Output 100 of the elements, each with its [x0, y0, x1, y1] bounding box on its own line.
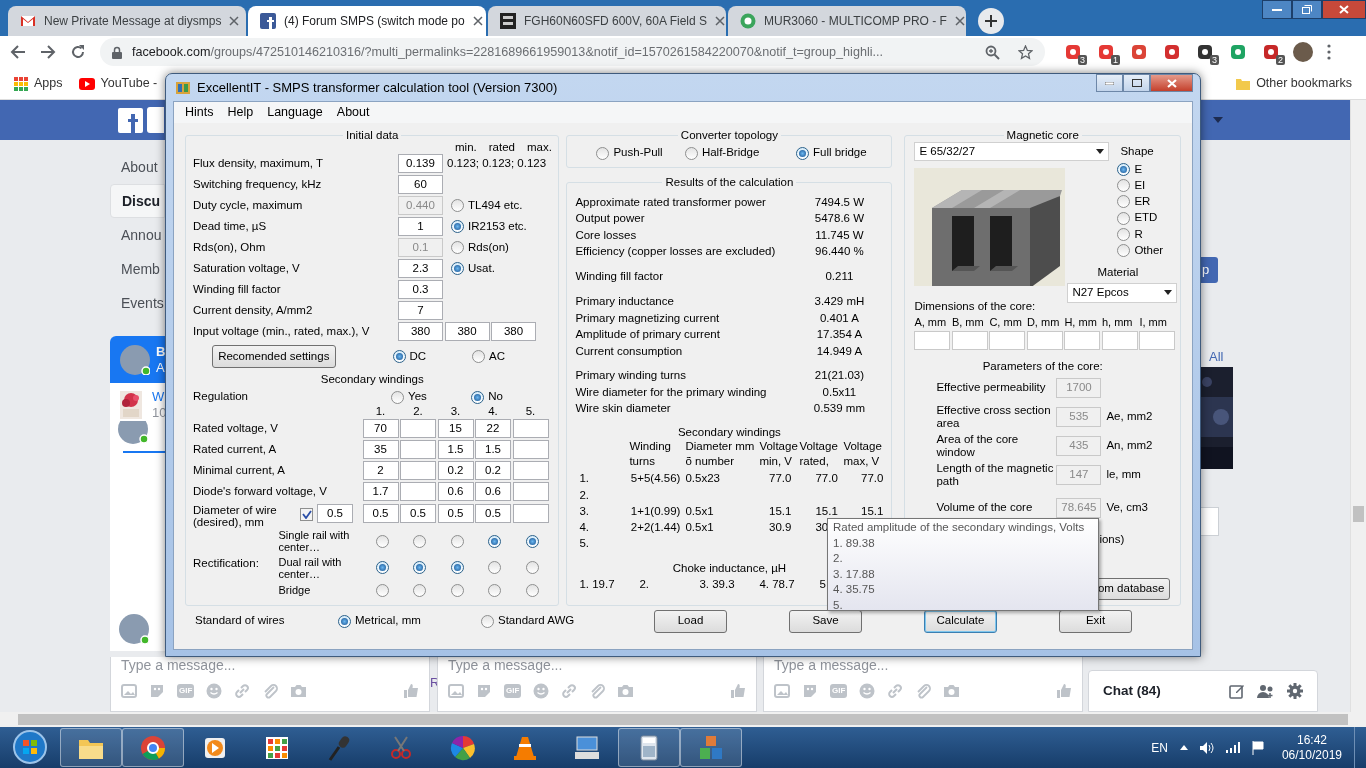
input-field[interactable]: 380 — [491, 322, 536, 341]
window-title: ExcellentIT - SMPS transformer calculation tool (Version 7300) — [197, 78, 558, 97]
option-label: Bridge — [278, 584, 312, 596]
result-label: Primary inductance — [575, 294, 675, 310]
badge: 3 — [1078, 55, 1087, 65]
table-cell-text: 1. — [579, 471, 590, 487]
input-field[interactable]: 0.3 — [398, 280, 443, 299]
input-field[interactable]: 22 — [475, 419, 511, 438]
column-header: min. — [455, 139, 477, 155]
column-header: D, mm — [1026, 315, 1061, 329]
input-field[interactable]: 0.5 — [400, 504, 436, 523]
chat-bar[interactable]: Chat (84) — [1088, 670, 1318, 712]
browser-tab[interactable]: FGH60N60SFD 600V, 60A Field S — [488, 6, 726, 36]
result-value: 0.211 — [824, 268, 855, 284]
menu-item[interactable]: Hints — [178, 103, 221, 122]
bookmark[interactable]: YouTube - — [78, 74, 158, 93]
radio-label[interactable]: Usat. — [468, 259, 495, 278]
unit-label: Ae, mm2 — [1106, 408, 1153, 424]
result-label: Approximate rated transformer power — [575, 194, 767, 210]
field-label: Material — [1097, 264, 1140, 280]
radio-label[interactable]: Full bridge — [812, 144, 867, 162]
section-title: Initial data — [345, 129, 400, 142]
input-field[interactable]: 2.3 — [398, 259, 443, 278]
input-field[interactable]: 0.5 — [475, 504, 511, 523]
radio-label[interactable]: R — [1134, 225, 1143, 243]
radio-label[interactable]: Yes — [408, 388, 427, 406]
browser-tab[interactable]: (4) Forum SMPS (switch mode po — [248, 6, 486, 36]
nav-item[interactable]: Memb — [110, 252, 165, 286]
radio-label[interactable]: Standard AWG — [498, 612, 575, 630]
column-header: 2. — [412, 405, 424, 418]
section-title: Secondary windings — [676, 425, 782, 439]
table-cell-text: 15.1 — [814, 503, 839, 519]
input-field[interactable]: 0.6 — [437, 482, 474, 501]
radio-label[interactable]: Other — [1134, 242, 1164, 260]
item-meta: 10 — [152, 405, 165, 421]
button[interactable]: Calculate — [924, 609, 997, 633]
input-field[interactable]: 35 — [362, 440, 399, 459]
column-header: C, mm — [989, 315, 1023, 329]
button[interactable]: Exit — [1059, 609, 1132, 633]
input-field[interactable]: 380 — [444, 322, 490, 341]
dropdown[interactable]: N27 Epcos — [1067, 282, 1178, 303]
column-header: Voltage rated, — [799, 439, 839, 469]
input-field[interactable]: 0.5 — [437, 504, 474, 523]
link[interactable]: All — [1209, 347, 1224, 367]
section-title: Parameters of the core: — [981, 359, 1104, 373]
radio-label[interactable]: DC — [409, 347, 427, 366]
input-field[interactable]: 380 — [398, 322, 443, 341]
address-bar[interactable]: facebook.com/groups/472510146210316/?multi_permalinks=2281689661959013&notif_id=1570261584220070&notif_t=group_highli... — [100, 38, 1045, 66]
radio-label[interactable]: ER — [1134, 193, 1151, 211]
dropdown[interactable]: E 65/32/27 — [914, 142, 1110, 161]
nav-item[interactable]: Annou — [110, 218, 165, 252]
input-field[interactable]: 2 — [362, 461, 399, 480]
button[interactable]: p — [1201, 257, 1218, 283]
nav-item[interactable]: Discu — [110, 184, 165, 218]
input-field[interactable]: 7 — [398, 301, 443, 320]
input-field[interactable]: 0.2 — [437, 461, 474, 480]
input-field[interactable]: 15 — [437, 419, 474, 438]
clock[interactable]: 16:42 06/10/2019 — [1281, 732, 1342, 763]
result-label: Current consumption — [575, 343, 684, 359]
button[interactable]: Load — [654, 609, 727, 633]
radio-label[interactable]: Push-Pull — [613, 144, 663, 162]
browser-tab[interactable]: MUR3060 - MULTICOMP PRO - F — [728, 6, 966, 36]
input-field[interactable]: 1.7 — [362, 482, 399, 501]
input-field[interactable]: 0.6 — [475, 482, 511, 501]
input-field[interactable]: 1 — [398, 217, 443, 236]
input-field[interactable]: 60 — [398, 175, 443, 194]
radio-label[interactable]: ETD — [1134, 209, 1158, 227]
radio-label[interactable]: Metrical, mm — [355, 612, 421, 630]
radio-label[interactable]: IR2153 etc. — [468, 217, 527, 236]
button[interactable]: Save — [789, 609, 862, 633]
button[interactable]: Recomended settings — [212, 345, 336, 368]
unit-label: An, mm2 — [1106, 437, 1153, 453]
column-header: max. — [526, 139, 552, 155]
menu-item[interactable]: Help — [220, 103, 261, 122]
menu-item[interactable]: About — [329, 103, 377, 122]
input-field[interactable]: 70 — [362, 419, 399, 438]
nav-item[interactable]: About — [110, 150, 165, 184]
menu-item[interactable]: Language — [260, 103, 330, 122]
button[interactable]: om database — [1096, 578, 1171, 600]
nav-item[interactable]: Events — [110, 286, 165, 320]
option-label: Single rail with center… — [278, 529, 351, 553]
language-indicator[interactable]: EN — [1151, 738, 1168, 757]
radio-label[interactable]: EI — [1134, 176, 1146, 195]
radio-label[interactable]: E — [1134, 160, 1143, 178]
bookmark[interactable]: Apps — [14, 74, 63, 93]
input-field[interactable]: 1.5 — [437, 440, 474, 459]
radio-label[interactable]: AC — [489, 347, 505, 366]
table-cell-text: 3. — [579, 503, 590, 519]
input-field[interactable]: 0.5 — [317, 504, 353, 523]
input-field[interactable]: 0.5 — [362, 504, 399, 523]
input-field[interactable]: 0.139 — [398, 154, 443, 173]
input-field[interactable]: 0.2 — [475, 461, 511, 480]
bookmark[interactable]: Other bookmarks — [1236, 74, 1352, 93]
radio-label[interactable]: No — [488, 388, 503, 406]
result-value: 0.539 mm — [812, 401, 866, 417]
radio-label[interactable]: Half-Bridge — [701, 144, 760, 162]
input-field[interactable]: 1.5 — [475, 440, 511, 459]
range-text: 0.123; 0.123; 0.123 — [447, 155, 547, 171]
unit-label: Ve, cm3 — [1106, 499, 1148, 515]
browser-tab[interactable]: New Private Message at diysmps — [8, 6, 246, 36]
